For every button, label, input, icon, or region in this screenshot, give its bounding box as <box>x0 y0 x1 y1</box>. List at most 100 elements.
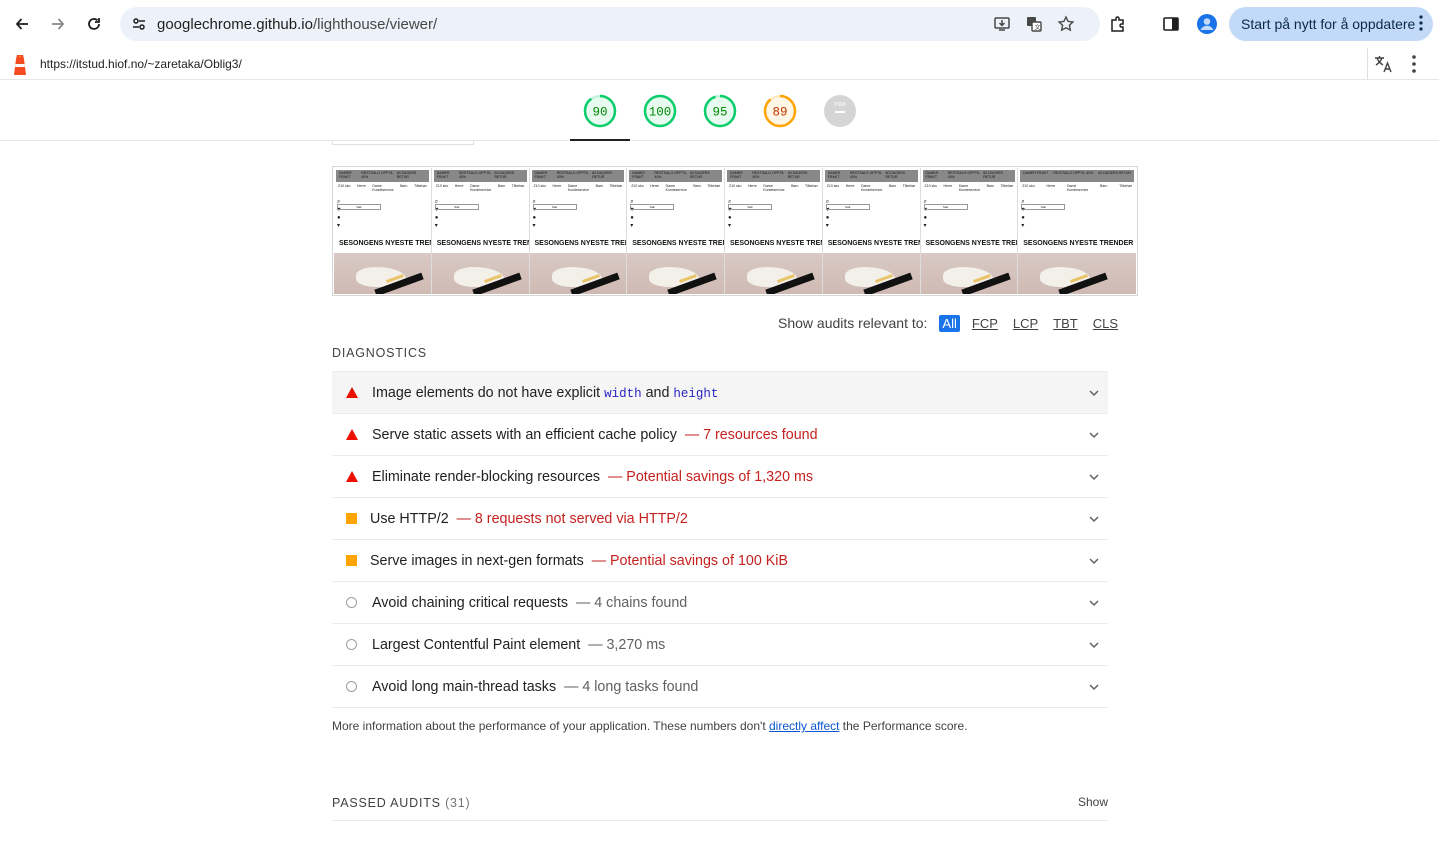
passed-audits-group[interactable]: PASSED AUDITS (31) Show <box>332 795 1108 821</box>
average-square-icon <box>346 555 357 566</box>
audit-code: width <box>604 387 642 401</box>
translate-page-icon[interactable]: 文 <box>1022 13 1046 35</box>
audit-display-value: — 7 resources found <box>684 427 818 443</box>
frame-icons: ⌕ ♥ ● ▾ <box>728 199 732 229</box>
frame-icons: ⌕ ♥ ● ▾ <box>434 199 439 229</box>
frame-header: DAMER FRAKT RESTSALG OPPTIL 40% 60 DAGERS … <box>727 170 820 182</box>
score-gauge[interactable]: 89 <box>763 94 797 128</box>
audit-row[interactable]: Largest Contentful Paint element — 3,270… <box>332 624 1108 666</box>
site-settings-icon[interactable] <box>127 13 151 35</box>
lighthouse-logo-icon <box>10 53 30 80</box>
frame-icons: ⌕ ♥ ● ▾ <box>337 199 341 229</box>
pwa-dash <box>835 111 845 113</box>
chevron-down-icon[interactable] <box>1088 387 1100 399</box>
directly-affect-link[interactable]: directly affect <box>769 719 839 733</box>
chevron-down-icon[interactable] <box>1088 471 1100 483</box>
frame-search: Søk <box>434 204 479 210</box>
description-text: More information about the performance o… <box>332 719 769 733</box>
filter-chip-cls[interactable]: CLS <box>1090 315 1121 332</box>
audit-title: Eliminate render-blocking resources <box>372 469 601 485</box>
audit-row[interactable]: Serve static assets with an efficient ca… <box>332 414 1108 456</box>
gauge-score-value: 89 <box>772 106 787 120</box>
relaunch-to-update-button[interactable]: Start på nytt for å oppdatere <box>1229 7 1433 41</box>
side-panel-icon[interactable] <box>1159 12 1183 36</box>
passed-audits-heading: PASSED AUDITS (31) <box>332 796 471 810</box>
chevron-down-icon[interactable] <box>1088 681 1100 693</box>
scores-header: 90 100 95 89 PWA <box>0 81 1439 141</box>
frame-nav: Z10 sko Herre Dame Kundeservice Barn Tilbehør <box>1022 184 1132 192</box>
score-gauge[interactable]: 90 <box>583 94 617 128</box>
reload-button[interactable] <box>76 6 112 42</box>
frame-search: Søk <box>1021 204 1066 210</box>
description-text-end: the Performance score. <box>839 719 968 733</box>
frame-title: SESONGENS NYESTE TRENDER <box>1023 240 1134 247</box>
frame-hero-image <box>431 253 529 294</box>
frame-hero-image <box>529 253 627 294</box>
address-url[interactable]: googlechrome.github.io/lighthouse/viewer… <box>157 16 437 33</box>
more-menu-icon[interactable] <box>1419 15 1423 34</box>
average-square-icon <box>346 513 357 524</box>
chevron-down-icon[interactable] <box>1088 639 1100 651</box>
audit-row[interactable]: Avoid long main-thread tasks — 4 long ta… <box>332 666 1108 708</box>
pwa-gauge[interactable]: PWA <box>824 95 856 127</box>
filter-chip-lcp[interactable]: LCP <box>1010 315 1041 332</box>
install-app-icon[interactable] <box>990 13 1014 35</box>
forward-arrow-icon <box>52 18 65 30</box>
gauge-score-value: 95 <box>712 106 727 120</box>
info-circle-icon <box>346 681 357 692</box>
frame-nav: Z10 sko Herre Dame Kundeservice Barn Tilbehør <box>826 184 916 192</box>
audit-row[interactable]: Image elements do not have explicit widt… <box>332 372 1108 414</box>
frame-search: Søk <box>337 204 381 210</box>
chevron-down-icon[interactable] <box>1088 513 1100 525</box>
gauge-score-value: 100 <box>649 106 672 120</box>
frame-title: SESONGENS NYESTE TRENDER <box>436 240 529 247</box>
chevron-down-icon[interactable] <box>1088 555 1100 567</box>
diagnostics-description: More information about the performance o… <box>332 719 968 733</box>
frame-search: Søk <box>630 204 675 210</box>
pwa-label: PWA <box>834 102 846 108</box>
frame-nav: Z10 sko Herre Dame Kundeservice Barn Tilbehør <box>435 184 525 192</box>
show-passed-audits-button[interactable]: Show <box>1078 795 1108 809</box>
address-bar[interactable]: googlechrome.github.io/lighthouse/viewer… <box>120 7 1100 41</box>
score-gauge[interactable]: 95 <box>703 94 737 128</box>
extensions-icon[interactable] <box>1106 12 1130 36</box>
chevron-down-icon[interactable] <box>1088 429 1100 441</box>
filter-chip-fcp[interactable]: FCP <box>969 315 1001 332</box>
audit-title-and: and <box>645 385 670 401</box>
audit-display-value: — Potential savings of 100 KiB <box>591 553 789 569</box>
diagnostics-heading: DIAGNOSTICS <box>332 346 427 360</box>
audit-title: Avoid long main-thread tasks <box>372 679 557 695</box>
audit-row[interactable]: Avoid chaining critical requests — 4 cha… <box>332 582 1108 624</box>
filmstrip-frame: DAMER FRAKT RESTSALG OPPTIL 40% 60 DAGERS … <box>627 168 725 294</box>
frame-header: DAMER FRAKT RESTSALG OPPTIL 40% 60 DAGERS … <box>531 170 625 182</box>
audit-row[interactable]: Serve images in next-gen formats — Poten… <box>332 540 1108 582</box>
frame-header: DAMER FRAKT RESTSALG OPPTIL 40% 60 DAGERS … <box>629 170 722 182</box>
audit-display-value: — 3,270 ms <box>588 637 666 653</box>
frame-icons: ⌕ ♥ ● ▾ <box>532 199 537 229</box>
audit-title: Serve static assets with an efficient ca… <box>372 427 677 443</box>
score-gauge[interactable]: 100 <box>643 94 677 128</box>
forward-button[interactable] <box>40 6 76 42</box>
frame-title: SESONGENS NYESTE TRENDER <box>339 240 431 247</box>
filter-chip-tbt[interactable]: TBT <box>1050 315 1081 332</box>
chevron-down-icon[interactable] <box>1088 597 1100 609</box>
frame-header: DAMER FRAKT RESTSALG OPPTIL 40% 60 DAGERS … <box>433 170 527 182</box>
profile-avatar-icon[interactable] <box>1195 12 1219 36</box>
tested-url[interactable]: https://itstud.hiof.no/~zaretaka/Oblig3/ <box>40 57 242 71</box>
frame-title: SESONGENS NYESTE TRENDER <box>632 240 724 247</box>
frame-title: SESONGENS NYESTE TRENDER <box>534 240 627 247</box>
frame-icons: ⌕ ♥ ● ▾ <box>630 199 634 229</box>
back-button[interactable] <box>4 6 40 42</box>
frame-icons: ⌕ ♥ ● ▾ <box>825 199 830 229</box>
audit-display-value: — 8 requests not served via HTTP/2 <box>456 511 688 527</box>
bookmark-star-icon[interactable] <box>1054 13 1078 35</box>
frame-header: DAMER FRAKT RESTSALG OPPTIL 40% 60 DAGERS … <box>336 170 429 182</box>
filter-chip-all[interactable]: All <box>939 314 960 332</box>
audit-row[interactable]: Eliminate render-blocking resources — Po… <box>332 456 1108 498</box>
frame-nav: Z10 sko Herre Dame Kundeservice Barn Tilbehør <box>924 184 1014 192</box>
score-gauges: 90 100 95 89 PWA <box>583 94 856 128</box>
translate-icon[interactable] <box>1373 54 1393 79</box>
frame-nav: Z10 sko Herre Dame Kundeservice Barn Tilbehør <box>631 184 720 192</box>
audit-row[interactable]: Use HTTP/2 — 8 requests not served via H… <box>332 498 1108 540</box>
tools-menu-icon[interactable] <box>1412 55 1416 78</box>
